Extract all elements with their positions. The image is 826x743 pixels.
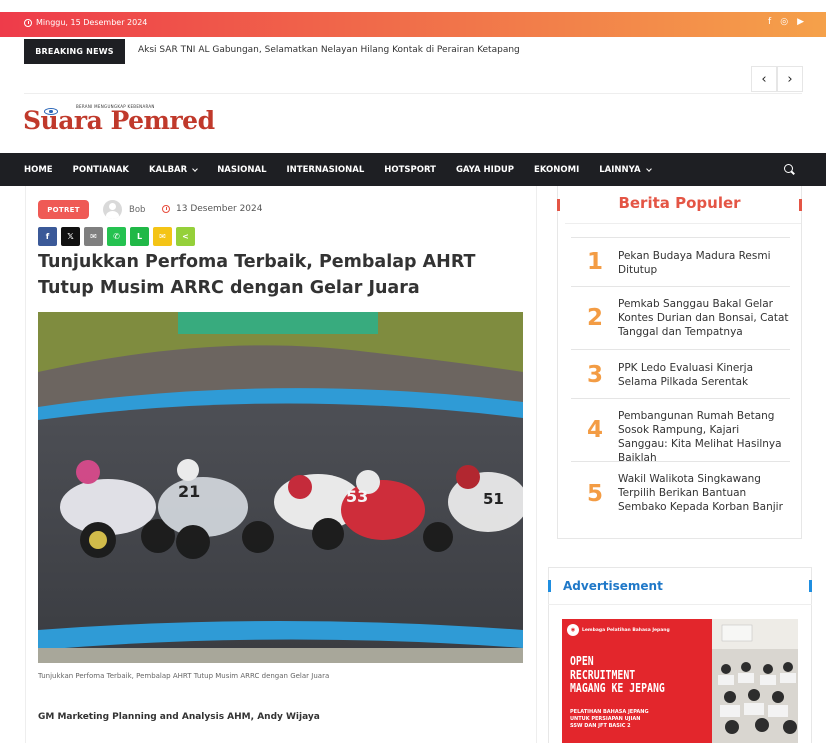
classroom-photo	[712, 619, 798, 743]
widget-accent	[548, 580, 551, 592]
nav-item-pontianak[interactable]: PONTIANAK	[73, 165, 129, 175]
article-title: Tunjukkan Perfoma Terbaik, Pembalap AHRT…	[38, 252, 476, 298]
nav-item-hotsport[interactable]: HOTSPORT	[384, 165, 436, 175]
whatsapp-icon: ✆	[113, 232, 120, 241]
popular-news-title: Berita Populer	[618, 194, 741, 212]
category-badge[interactable]: POTRET	[38, 200, 89, 219]
ad-org-name: Lembaga Pelatihan Bahasa Jepang	[582, 627, 670, 633]
facebook-icon[interactable]: f	[768, 17, 771, 27]
popular-item-rank: 5	[587, 481, 604, 507]
share-icon: <	[182, 232, 189, 241]
nav-item-ekonomi[interactable]: EKONOMI	[534, 165, 579, 175]
breaking-news-headline[interactable]: Aksi SAR TNI AL Gabungan, Selamatkan Nel…	[138, 45, 520, 55]
popular-item-rank: 4	[587, 417, 604, 443]
popular-item[interactable]: 1 Pekan Budaya Madura Resmi Ditutup	[571, 237, 790, 285]
line-icon: L	[136, 232, 143, 241]
current-date-text: Minggu, 15 Desember 2024	[36, 18, 148, 27]
advertisement-banner[interactable]: ◉ Lembaga Pelatihan Bahasa Jepang OPEN R…	[562, 619, 798, 743]
breaking-news-label: BREAKING NEWS	[24, 39, 125, 64]
ad-headline: OPEN RECRUITMENT MAGANG KE JEPANG	[570, 654, 665, 695]
popular-item-title[interactable]: Wakil Walikota Singkawang Terpilih Berik…	[618, 472, 790, 514]
share-more-button[interactable]: <	[176, 227, 195, 246]
popular-item[interactable]: 2 Pemkab Sanggau Bakal Gelar Kontes Duri…	[571, 286, 790, 349]
ticker-controls: ‹ ›	[751, 66, 803, 92]
share-facebook-button[interactable]: f	[38, 227, 57, 246]
nav-item-kalbar[interactable]: KALBAR	[149, 165, 199, 175]
nav-item-gaya-hidup[interactable]: GAYA HIDUP	[456, 165, 514, 175]
popular-item-title[interactable]: Pemkab Sanggau Bakal Gelar Kontes Durian…	[618, 297, 790, 339]
eye-icon	[44, 108, 58, 115]
svg-text:53: 53	[346, 487, 368, 506]
ad-org-logo: ◉ Lembaga Pelatihan Bahasa Jepang	[567, 624, 670, 636]
popular-item-title[interactable]: Pekan Budaya Madura Resmi Ditutup	[618, 249, 790, 277]
instagram-icon[interactable]: ◎	[780, 17, 788, 27]
race-photo-illustration: 21 53 51	[38, 312, 523, 663]
publish-date: 13 Desember 2024	[162, 204, 263, 214]
header-divider	[24, 93, 802, 94]
nav-item-lainnya[interactable]: LAINNYA	[599, 165, 652, 175]
sms-icon: ✉	[159, 232, 166, 241]
advertisement-title: Advertisement	[563, 579, 663, 593]
top-bar: Minggu, 15 Desember 2024 f ◎ ▶	[0, 12, 826, 37]
popular-item-rank: 3	[587, 362, 604, 388]
popular-item-rank: 2	[587, 305, 604, 331]
share-sms-button[interactable]: ✉	[153, 227, 172, 246]
clock-icon	[162, 205, 170, 213]
share-email-button[interactable]: ✉	[84, 227, 103, 246]
x-icon: 𝕏	[67, 232, 74, 241]
org-logo-icon: ◉	[567, 624, 579, 636]
share-line-button[interactable]: L	[130, 227, 149, 246]
email-icon: ✉	[90, 232, 97, 241]
author-name[interactable]: Bob	[129, 205, 145, 215]
share-buttons: f 𝕏 ✉ ✆ L ✉ <	[38, 227, 195, 246]
publish-date-text: 13 Desember 2024	[176, 204, 263, 214]
ticker-next-button[interactable]: ›	[777, 66, 803, 92]
ad-subtext: PELATIHAN BAHASA JEPANG UNTUK PERSIAPAN …	[570, 709, 649, 729]
widget-accent	[809, 580, 812, 592]
nav-item-home[interactable]: HOME	[24, 165, 53, 175]
chevron-down-icon	[192, 165, 199, 172]
clock-icon	[24, 18, 32, 27]
chevron-down-icon	[645, 165, 652, 172]
ticker-prev-button[interactable]: ‹	[751, 66, 777, 92]
popular-item-title[interactable]: Pembangunan Rumah Betang Sosok Rampung, …	[618, 409, 790, 465]
author-avatar	[103, 200, 122, 219]
popular-item[interactable]: 4 Pembangunan Rumah Betang Sosok Rampung…	[571, 398, 790, 464]
photo-caption: Tunjukkan Perfoma Terbaik, Pembalap AHRT…	[38, 672, 330, 680]
widget-divider	[565, 223, 801, 224]
popular-item-title[interactable]: PPK Ledo Evaluasi Kinerja Selama Pilkada…	[618, 361, 790, 389]
search-icon[interactable]	[784, 164, 793, 173]
chevron-right-icon: ›	[787, 71, 793, 87]
popular-item-rank: 1	[587, 249, 604, 275]
current-date: Minggu, 15 Desember 2024	[24, 18, 147, 27]
nav-item-nasional[interactable]: NASIONAL	[217, 165, 266, 175]
article-subhead: GM Marketing Planning and Analysis AHM, …	[38, 712, 320, 722]
popular-item[interactable]: 3 PPK Ledo Evaluasi Kinerja Selama Pilka…	[571, 349, 790, 398]
main-navigation: HOME PONTIANAK KALBAR NASIONAL INTERNASI…	[0, 153, 826, 186]
svg-text:21: 21	[178, 482, 200, 501]
facebook-icon: f	[45, 232, 50, 241]
nav-item-internasional[interactable]: INTERNASIONAL	[287, 165, 365, 175]
svg-text:51: 51	[483, 490, 504, 508]
popular-item[interactable]: 5 Wakil Walikota Singkawang Terpilih Ber…	[571, 461, 790, 525]
chevron-left-icon: ‹	[761, 71, 767, 87]
article-photo: 21 53 51	[38, 312, 523, 663]
share-x-button[interactable]: 𝕏	[61, 227, 80, 246]
share-whatsapp-button[interactable]: ✆	[107, 227, 126, 246]
youtube-icon[interactable]: ▶	[797, 17, 804, 27]
social-links: f ◎ ▶	[768, 17, 804, 27]
widget-divider	[548, 604, 812, 605]
